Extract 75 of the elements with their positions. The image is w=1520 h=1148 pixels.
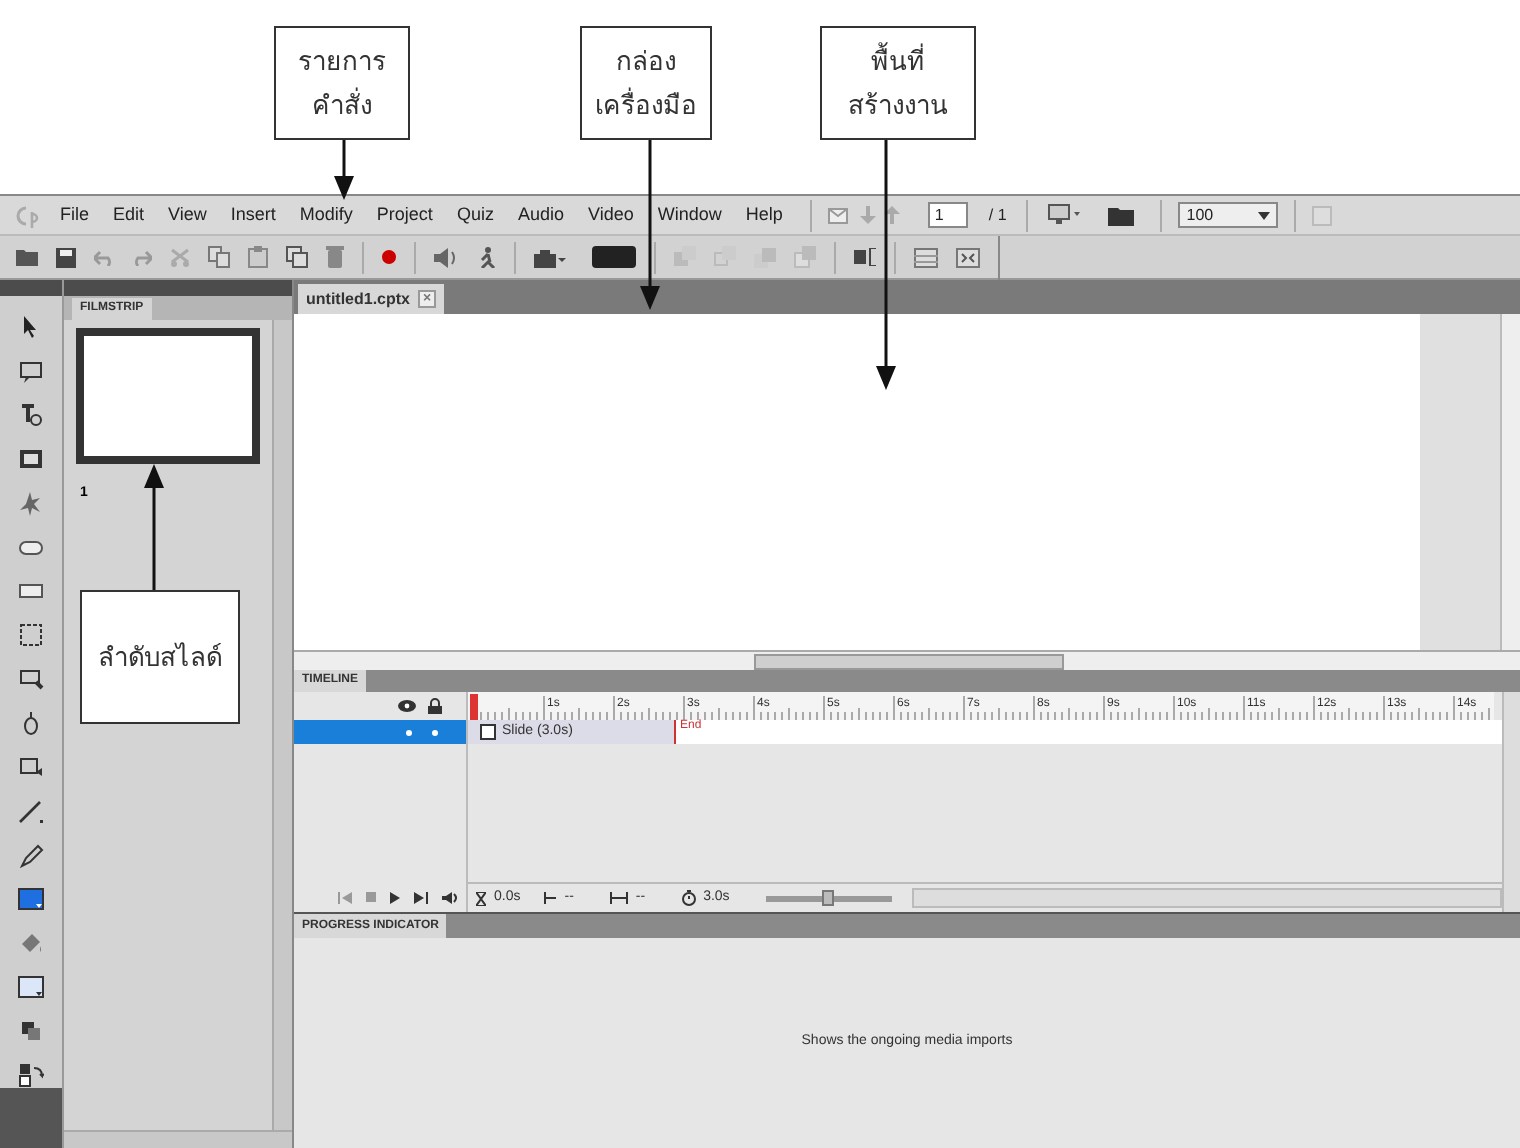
menu-item[interactable]: Quiz [456,201,494,229]
arrow-icon [876,140,896,390]
page-field[interactable]: 1 [928,202,969,228]
speaker-icon[interactable] [442,891,458,903]
stroke-swatch-icon[interactable] [18,885,44,912]
callout-box: พื้นที่ สร้างงาน [820,26,976,140]
default-colors-icon[interactable] [18,1061,44,1088]
save-icon[interactable] [56,247,76,267]
panel-footer [0,1087,62,1148]
scrollbar[interactable] [64,1130,292,1148]
scrollbar[interactable] [911,888,1502,908]
swap-icon[interactable] [18,1017,44,1044]
caption-icon[interactable] [18,357,44,384]
dropdown-icon [1258,211,1271,219]
page-count: / 1 [988,203,1007,227]
callout-box: รายการ คำสั่ง [274,26,410,140]
menu-item[interactable]: Window [657,201,722,229]
stopwatch-icon [681,890,696,906]
click-box-icon[interactable] [18,621,44,648]
scrollbar[interactable] [1502,692,1520,912]
logo-icon [12,203,44,227]
arrow-icon [640,140,660,310]
folder-icon[interactable] [16,248,38,266]
arrow-icon [334,140,354,200]
menu-item[interactable]: Project [376,201,433,229]
record-icon[interactable] [382,250,396,264]
span-icon [609,892,628,904]
eye-icon[interactable] [398,700,416,712]
fill-swatch-icon[interactable] [18,973,44,1000]
menu-item[interactable]: File [60,201,90,229]
dot-icon [406,729,412,735]
highlight-icon[interactable] [18,489,44,516]
monitor-icon[interactable] [1048,204,1081,226]
menu-item[interactable]: View [168,201,207,229]
zoom-slider[interactable] [765,895,892,901]
folder-icon[interactable] [1108,204,1137,226]
camera-icon[interactable] [534,247,566,267]
forward-icon[interactable] [414,891,428,903]
dot-icon [432,729,438,735]
callout-box: กล่อง เครื่องมือ [580,26,712,140]
duplicate-icon[interactable] [286,246,308,268]
scrollbar[interactable] [294,650,1520,670]
rollover-icon[interactable] [18,401,44,428]
lock-icon[interactable] [428,698,442,714]
arrow-icon [144,464,164,590]
media-icon[interactable] [18,753,44,780]
scrollbar[interactable] [272,320,292,1130]
menu-item[interactable]: Video [587,201,634,229]
line-icon[interactable] [18,797,44,824]
menu-item[interactable]: Insert [230,201,276,229]
slide-thumbnail[interactable] [76,328,260,464]
slider-thumb[interactable] [822,889,835,905]
up-arrow-icon[interactable] [884,206,901,224]
play-icon[interactable] [390,891,400,903]
zoom-icon[interactable] [18,665,44,692]
pen-icon[interactable] [18,841,44,868]
callout-box: ลำดับสไลด์ [80,590,240,724]
rectangle-icon[interactable] [18,445,44,472]
figure-icon[interactable] [476,246,496,268]
menu-item[interactable]: Modify [299,201,353,229]
scrollbar[interactable] [1500,314,1520,650]
align-icon[interactable] [854,248,876,266]
table-icon[interactable] [914,247,938,267]
start-marker-icon [544,892,557,904]
hourglass-icon [476,891,486,905]
copy-icon[interactable] [208,246,230,268]
menu-item[interactable]: Audio [517,201,564,229]
menu-item[interactable]: Help [745,201,783,229]
menu-item[interactable]: Edit [113,201,145,229]
zoom-select[interactable]: 100 [1178,202,1279,228]
audio-icon[interactable] [434,247,458,267]
fill-icon[interactable] [18,929,44,956]
slide-icon [480,724,496,740]
fit-icon[interactable] [956,247,980,267]
mouse-icon[interactable] [18,709,44,736]
